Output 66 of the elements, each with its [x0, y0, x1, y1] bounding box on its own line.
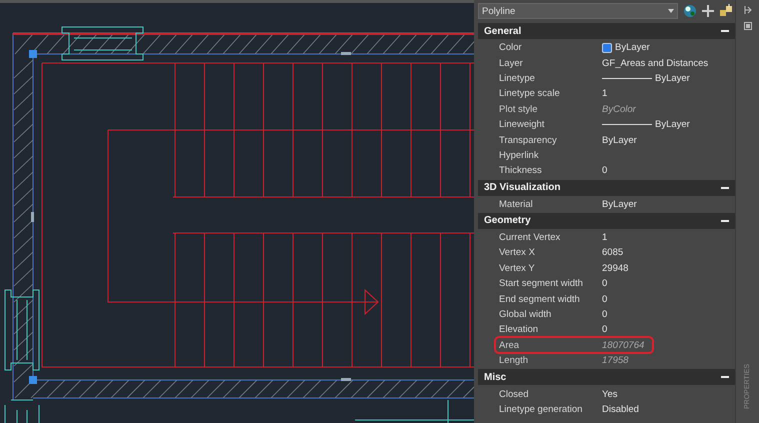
property-value[interactable]: ByLayer [655, 119, 690, 130]
section-header[interactable]: General [478, 23, 735, 39]
property-value[interactable]: Yes [602, 388, 618, 400]
line-sample-icon [602, 124, 652, 126]
property-label: Current Vertex [499, 232, 560, 244]
property-value[interactable]: ByLayer [655, 72, 690, 84]
property-label: Thickness [499, 165, 542, 176]
object-type-dropdown[interactable]: Polyline [478, 3, 678, 19]
property-row[interactable]: Layer GF_Areas and Distances [478, 55, 735, 71]
line-sample-icon [602, 78, 652, 79]
property-label: Linetype [499, 72, 535, 84]
property-row[interactable]: Global width 0 [478, 306, 735, 322]
property-row[interactable]: End segment width 0 [478, 291, 735, 307]
property-row[interactable]: Thickness 0 [478, 163, 735, 179]
properties-icon[interactable] [744, 22, 752, 30]
property-label: Elevation [499, 324, 538, 336]
property-row[interactable]: Linetype scale 1 [478, 86, 735, 102]
property-label: Transparency [499, 134, 557, 146]
property-row[interactable]: Current Vertex 1 [478, 230, 735, 246]
property-value[interactable]: 0 [602, 294, 608, 305]
property-value[interactable]: 1 [602, 88, 608, 100]
property-value[interactable]: ByLayer [602, 134, 637, 146]
section-header[interactable]: Geometry [478, 212, 735, 229]
property-value[interactable]: 0 [602, 165, 608, 176]
property-label: Vertex Y [499, 262, 535, 274]
property-row[interactable]: Closed Yes [478, 386, 735, 402]
property-label: Lineweight [499, 119, 544, 130]
property-value[interactable]: 0 [602, 324, 608, 336]
property-row[interactable]: Vertex X 6085 [478, 245, 735, 261]
property-value[interactable]: Disabled [602, 404, 639, 415]
property-value[interactable]: ByLayer [615, 42, 650, 54]
section-header[interactable]: 3D Visualization [478, 180, 735, 196]
property-row[interactable]: Hyperlink [478, 148, 735, 164]
section-header[interactable]: Misc [478, 369, 735, 386]
property-row[interactable]: Transparency ByLayer [478, 132, 735, 148]
property-row[interactable]: Linetype generation Disabled [478, 402, 735, 418]
property-value[interactable]: ByLayer [602, 198, 637, 210]
property-label: Plot style [499, 104, 538, 115]
property-value[interactable]: 1 [602, 232, 608, 244]
property-value[interactable]: 6085 [602, 247, 624, 258]
property-value[interactable]: 29948 [602, 262, 628, 274]
property-row[interactable]: Lineweight ByLayer [478, 116, 735, 132]
property-label: Color [499, 42, 522, 54]
property-label: Closed [499, 388, 529, 400]
property-row[interactable]: Material ByLayer [478, 196, 735, 212]
property-value[interactable]: GF_Areas and Distances [602, 58, 708, 69]
property-row[interactable]: Start segment width 0 [478, 276, 735, 292]
property-label: Linetype scale [499, 88, 560, 100]
property-row[interactable]: Elevation 0 [478, 322, 735, 338]
property-label: Hyperlink [499, 150, 539, 161]
property-row[interactable]: Color ByLayer [478, 40, 735, 56]
property-label: Area [499, 340, 520, 351]
property-value[interactable]: 0 [602, 278, 608, 290]
property-label: Linetype generation [499, 404, 582, 415]
property-label: Layer [499, 58, 523, 69]
property-value[interactable]: 0 [602, 309, 608, 320]
property-label: Material [499, 198, 533, 210]
property-label: Start segment width [499, 278, 583, 290]
property-label: Vertex X [499, 247, 535, 258]
property-label: Length [499, 355, 528, 366]
property-row[interactable]: Linetype ByLayer [478, 70, 735, 86]
property-label: Global width [499, 309, 552, 320]
color-swatch-icon [602, 42, 612, 53]
property-row[interactable]: Vertex Y 29948 [478, 260, 735, 276]
property-label: End segment width [499, 294, 580, 305]
dropdown-caret-icon [668, 9, 674, 13]
